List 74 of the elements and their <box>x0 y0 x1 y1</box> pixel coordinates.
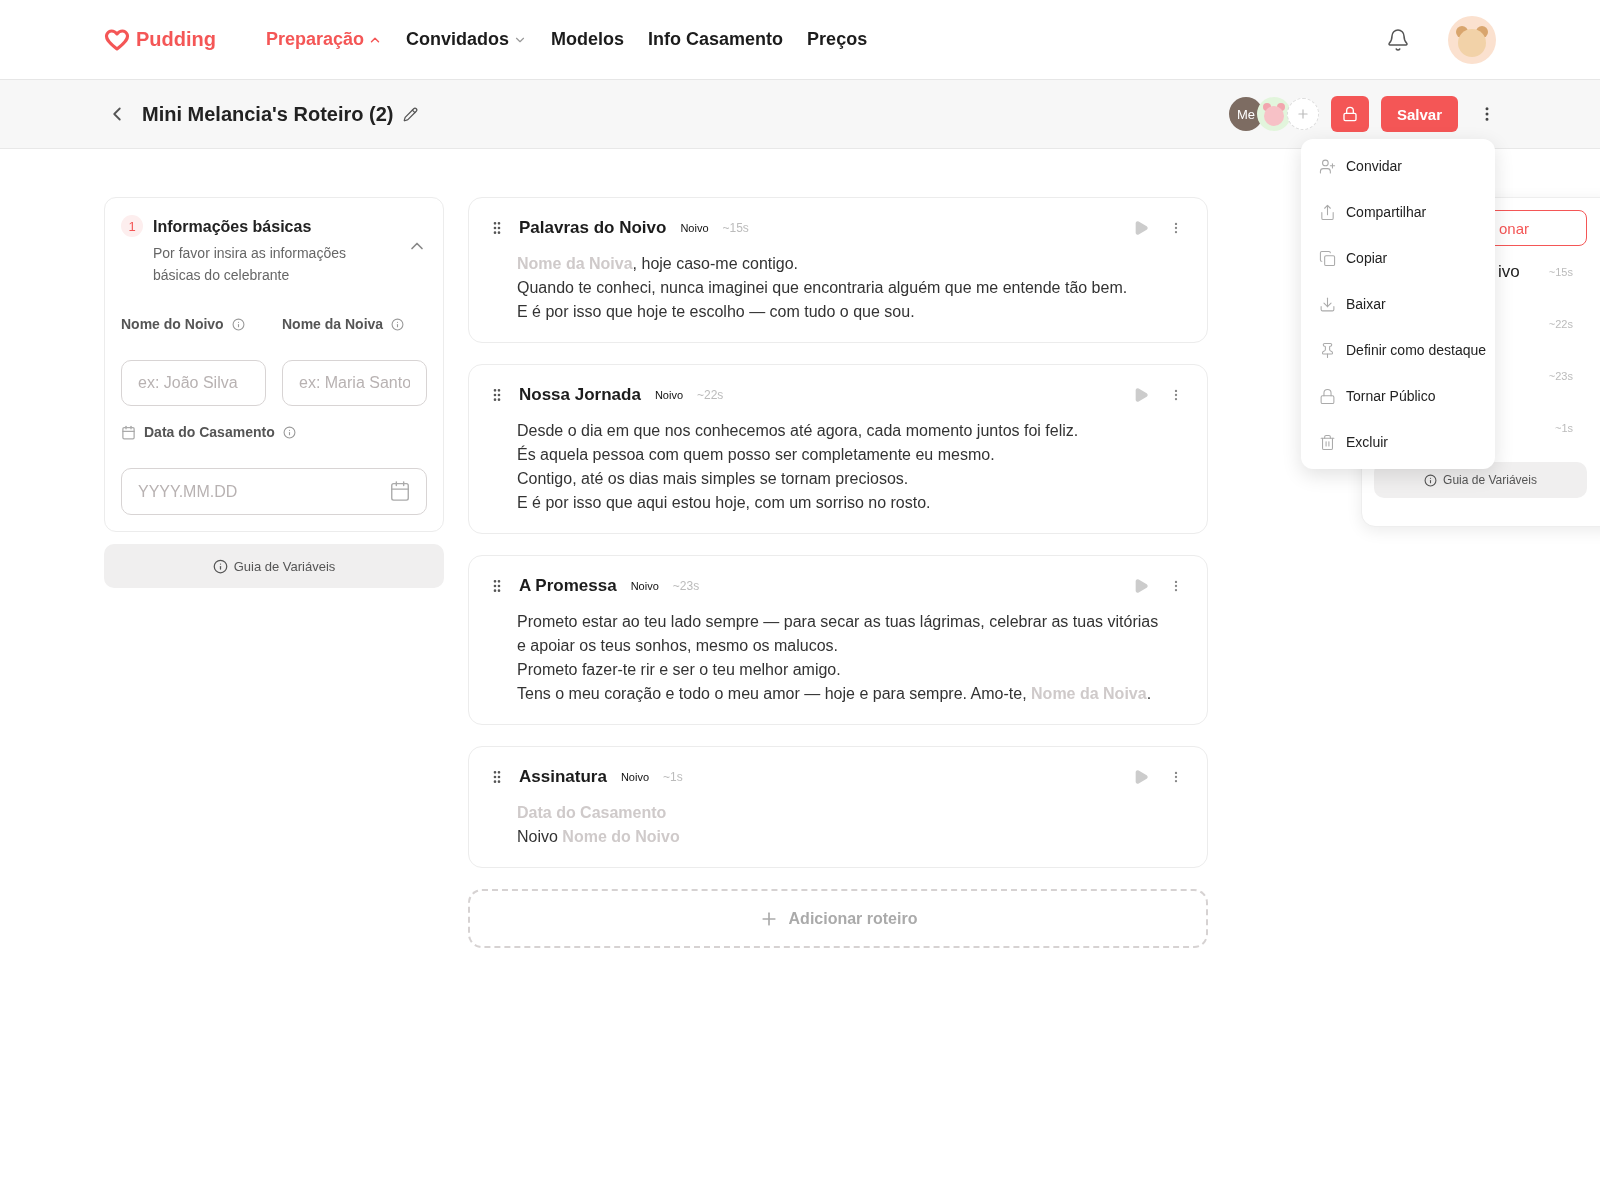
lock-icon <box>1341 106 1358 122</box>
step-number: 1 <box>121 215 143 237</box>
calendar-icon <box>121 424 136 440</box>
plus-icon <box>1295 107 1310 121</box>
card-title: Assinatura <box>519 767 607 787</box>
script-line: Contigo, até os dias mais simples se tornam preciosos. <box>517 469 910 489</box>
card-title: Nossa Jornada <box>519 385 641 405</box>
trash-icon <box>1319 433 1336 451</box>
calendar-icon[interactable] <box>389 480 411 502</box>
script-line: e apoiar os teus sonhos, mesmo os malucos. <box>517 636 840 656</box>
section-title: Informações básicas <box>153 218 313 236</box>
info-icon[interactable] <box>282 425 296 439</box>
share-icon <box>1319 203 1336 221</box>
role-label: Noivo <box>620 771 649 783</box>
script-title: Mini Melancia's Roteiro (2) <box>142 102 394 126</box>
role-label: Noivo <box>630 580 659 592</box>
menu-item[interactable]: Compartilhar <box>1301 189 1495 235</box>
script-line: Prometo fazer-te rir e ser o teu melhor amigo. <box>517 660 842 680</box>
nav-item[interactable]: Preços <box>807 29 868 50</box>
script-line: E é por isso que hoje te escolho — com tudo o que sou. <box>517 302 916 322</box>
copy-icon <box>1319 249 1336 267</box>
role-label: Noivo <box>680 222 709 234</box>
field-label: Nome da Noiva <box>282 316 384 332</box>
duration-label: ~15s <box>722 221 749 235</box>
card-title: Palavras do Noivo <box>519 218 667 238</box>
field-label: Nome do Noivo <box>121 316 224 332</box>
play-icon <box>1133 578 1149 594</box>
script-line: E é por isso que aqui estou hoje, com um sorriso no rosto. <box>517 493 932 513</box>
nav-item[interactable]: Info Casamento <box>648 29 784 50</box>
user-plus-icon <box>1319 157 1336 175</box>
play-icon <box>1133 769 1149 785</box>
info-icon <box>1424 473 1438 487</box>
pin-icon <box>1319 341 1336 359</box>
heart-logo-icon <box>104 28 130 51</box>
input-field[interactable]: ex: Maria Santo <box>282 360 427 406</box>
duration-label: ~22s <box>1548 318 1573 330</box>
lock-button[interactable] <box>1330 96 1369 132</box>
panel-row-title: ivo <box>1498 262 1520 282</box>
menu-item[interactable]: Tornar Público <box>1301 373 1495 419</box>
date-field[interactable]: YYYY.MM.DD <box>121 468 427 515</box>
edit-icon[interactable] <box>403 106 419 122</box>
script-line: Prometo estar ao teu lado sempre — para secar as tuas lágrimas, celebrar as tuas vitórias <box>517 612 1160 632</box>
input-field[interactable]: ex: João Silva <box>121 360 266 406</box>
menu-item[interactable]: Definir como destaque <box>1301 327 1495 373</box>
menu-item[interactable]: Excluir <box>1301 419 1495 465</box>
section-description: Por favor insira as informações básicas do celebrante <box>153 244 347 285</box>
menu-item[interactable]: Convidar <box>1301 143 1495 189</box>
play-icon <box>1133 387 1149 403</box>
nav-item[interactable]: Modelos <box>551 29 625 50</box>
collaborator-avatar <box>1256 97 1291 131</box>
card-title: A Promessa <box>519 576 617 596</box>
info-icon <box>212 558 228 574</box>
duration-label: ~1s <box>1554 422 1573 434</box>
nav-item[interactable]: Convidados <box>406 29 528 50</box>
role-label: Noivo <box>654 389 683 401</box>
field-label: Data do Casamento <box>144 424 275 440</box>
variable-guide-button[interactable]: Guia de Variáveis <box>104 544 444 588</box>
info-icon[interactable] <box>391 317 405 331</box>
info-icon[interactable] <box>231 317 245 331</box>
duration-label: ~23s <box>1548 370 1573 382</box>
duration-label: ~22s <box>697 388 724 402</box>
script-line: Desde o dia em que nos conhecemos até agora, cada momento juntos foi feliz. <box>517 421 1080 441</box>
duration-label: ~1s <box>663 770 683 784</box>
script-line: És aquela pessoa com quem posso ser completamente eu mesmo. <box>517 444 996 465</box>
lock-icon <box>1319 387 1336 405</box>
menu-item[interactable]: Baixar <box>1301 281 1495 327</box>
play-icon <box>1133 220 1149 236</box>
duration-label: ~15s <box>1548 266 1573 278</box>
download-icon <box>1319 295 1336 313</box>
menu-item[interactable]: Copiar <box>1301 235 1495 281</box>
script-line: Quando te conheci, nunca imaginei que encontraria alguém que me entende tão bem. <box>517 278 1129 298</box>
user-avatar[interactable] <box>1448 15 1496 64</box>
bell-icon[interactable] <box>1386 27 1410 52</box>
duration-label: ~23s <box>672 579 700 593</box>
